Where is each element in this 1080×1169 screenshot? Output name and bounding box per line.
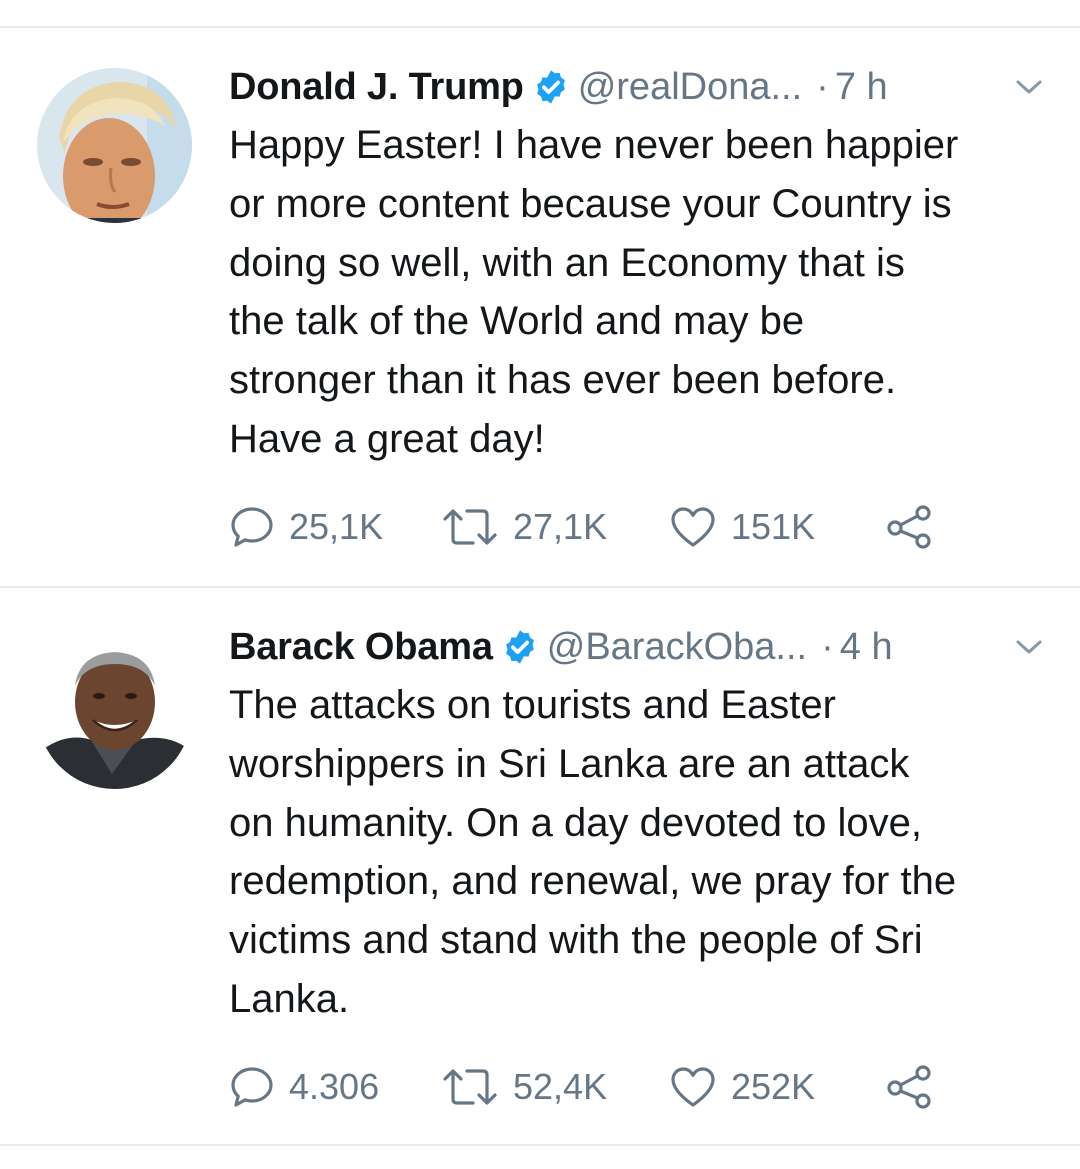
tweet-text-line: doing so well, with an Economy that is [229, 240, 905, 285]
tweet-text-line: or more content because your Country is [229, 181, 952, 226]
separator-dot: · [816, 65, 829, 108]
avatar[interactable] [37, 634, 192, 789]
tweet-card[interactable]: Donald J. Trump @realDona... · 7 h Happy… [0, 0, 1080, 586]
timestamp[interactable]: 7 h [835, 66, 888, 109]
tweet-text-line: worshippers in Sri Lanka are an attack [229, 741, 910, 786]
tweet-text-line: Have a great day! [229, 416, 545, 461]
reply-icon [229, 1065, 275, 1109]
tweet-text-line: Lanka. [229, 976, 350, 1021]
tweet-text-line: The attacks on tourists and Easter [229, 683, 836, 727]
avatar[interactable] [37, 68, 192, 223]
tweet-actions: 25,1K 27,1K 151K [229, 504, 935, 550]
retweet-count: 52,4K [513, 1066, 608, 1107]
like-count: 252K [731, 1066, 816, 1107]
timestamp[interactable]: 4 h [840, 626, 893, 669]
retweet-button[interactable]: 27,1K [441, 505, 669, 549]
tweet-header: Barack Obama @BarackOba... · 4 h [229, 622, 893, 672]
like-button[interactable]: 252K [669, 1065, 885, 1109]
reply-icon [229, 505, 275, 549]
like-icon [669, 505, 717, 549]
share-icon [885, 1064, 935, 1110]
tweet-text-line: stronger than it has ever been before. [229, 358, 897, 403]
obama-avatar-image [37, 634, 192, 789]
chevron-down-icon[interactable] [1014, 76, 1044, 98]
tweet-text: Happy Easter! I have never been happier … [229, 116, 1059, 469]
separator-dot: · [821, 625, 834, 668]
author-handle[interactable]: @BarackOba... [547, 626, 807, 669]
author-name[interactable]: Barack Obama [229, 626, 493, 669]
retweet-icon [441, 505, 499, 549]
bottom-divider [0, 1144, 1080, 1146]
tweet-actions: 4.306 52,4K 252K [229, 1064, 935, 1110]
like-count: 151K [731, 506, 816, 547]
tweet-text-line: the talk of the World and may be [229, 299, 805, 344]
reply-count: 25,1K [289, 506, 384, 547]
reply-button[interactable]: 4.306 [229, 1065, 441, 1109]
tweet-text-line: on humanity. On a day devoted to love, [229, 800, 923, 845]
retweet-button[interactable]: 52,4K [441, 1065, 669, 1109]
tweet-text: The attacks on tourists and Easter worsh… [229, 676, 1059, 1029]
verified-badge-icon [532, 68, 570, 106]
like-icon [669, 1065, 717, 1109]
retweet-count: 27,1K [513, 506, 608, 547]
like-button[interactable]: 151K [669, 505, 885, 549]
tweet-text-line: victims and stand with the people of Sri [229, 918, 923, 963]
share-button[interactable] [885, 504, 935, 550]
share-button[interactable] [885, 1064, 935, 1110]
tweet-text-line: redemption, and renewal, we pray for the [229, 859, 957, 904]
verified-badge-icon [501, 628, 539, 666]
chevron-down-icon[interactable] [1014, 636, 1044, 658]
tweet-card[interactable]: Barack Obama @BarackOba... · 4 h The att… [0, 560, 1080, 1146]
retweet-icon [441, 1065, 499, 1109]
reply-count: 4.306 [289, 1066, 380, 1107]
trump-avatar-image [37, 68, 192, 223]
tweet-text-line: Happy Easter! I have never been happier [229, 123, 959, 167]
reply-button[interactable]: 25,1K [229, 505, 441, 549]
author-handle[interactable]: @realDona... [578, 66, 802, 109]
tweet-header: Donald J. Trump @realDona... · 7 h [229, 62, 888, 112]
author-name[interactable]: Donald J. Trump [229, 66, 524, 109]
share-icon [885, 504, 935, 550]
